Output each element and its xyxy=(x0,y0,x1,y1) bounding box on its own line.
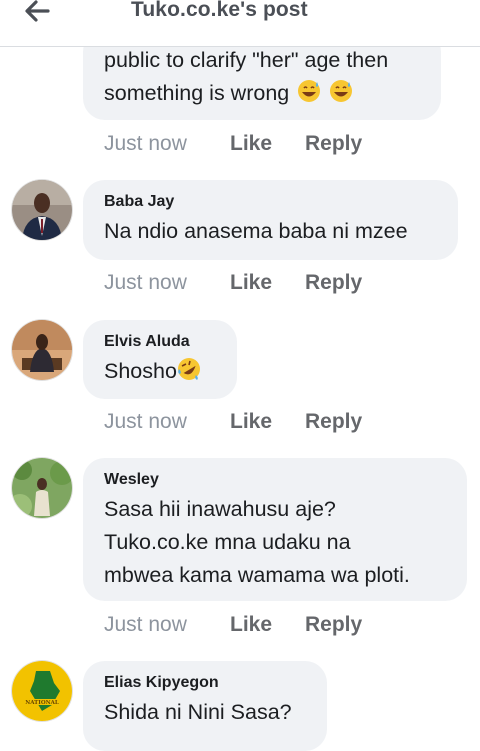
comment-text: something is wrong xyxy=(104,81,290,105)
comment-text: Shosho xyxy=(104,359,177,383)
comment-text: Shida ni Nini Sasa? xyxy=(104,700,292,724)
comment-timestamp: Just now xyxy=(104,410,187,433)
like-button[interactable]: Like xyxy=(230,613,272,637)
reply-button[interactable]: Reply xyxy=(305,410,362,434)
avatar[interactable] xyxy=(12,458,72,518)
comment-text-line: Tuko.co.ke mna udaku na xyxy=(104,530,351,554)
commenter-name[interactable]: Baba Jay xyxy=(104,193,174,211)
comment-text-line: mbwea kama wamama wa ploti. xyxy=(104,563,410,587)
rolling-laughing-emoji-icon xyxy=(177,358,200,380)
like-button[interactable]: Like xyxy=(230,271,272,295)
like-button[interactable]: Like xyxy=(230,132,272,156)
comment-bubble: Baba Jay Na ndio anasema baba ni mzee xyxy=(83,180,458,260)
reply-button[interactable]: Reply xyxy=(305,271,362,295)
comment-text: Na ndio anasema baba ni mzee xyxy=(104,219,408,243)
back-arrow-icon[interactable] xyxy=(22,0,52,26)
comment-timestamp: Just now xyxy=(104,132,187,155)
reply-button[interactable]: Reply xyxy=(305,132,362,156)
comment-timestamp: Just now xyxy=(104,271,187,294)
page-title: Tuko.co.ke's post xyxy=(131,0,308,21)
commenter-name[interactable]: Elvis Aluda xyxy=(104,333,190,351)
comment-timestamp: Just now xyxy=(104,613,187,636)
comment-text-line: Sasa hii inawahusu aje? xyxy=(104,497,336,521)
post-header: Tuko.co.ke's post xyxy=(0,0,480,47)
reply-button[interactable]: Reply xyxy=(305,613,362,637)
commenter-name[interactable]: Elias Kipyegon xyxy=(104,674,219,692)
commenter-name[interactable]: Wesley xyxy=(104,471,159,489)
avatar[interactable] xyxy=(12,180,72,240)
comment-text-line: something is wrong xyxy=(104,77,353,110)
comment-text-line: public to clarify "her" age then xyxy=(104,48,389,72)
avatar-logo-text: NATIONAL xyxy=(25,700,59,706)
grinning-sweat-emoji-icon xyxy=(330,80,353,102)
comment-text-line: Shosho xyxy=(104,355,201,388)
avatar[interactable] xyxy=(12,320,72,380)
comment-bubble: Wesley Sasa hii inawahusu aje? Tuko.co.k… xyxy=(83,458,467,601)
comment-bubble: Elias Kipyegon Shida ni Nini Sasa? xyxy=(83,661,327,751)
avatar[interactable]: NATIONAL xyxy=(12,661,72,721)
grinning-sweat-emoji-icon xyxy=(298,80,321,102)
like-button[interactable]: Like xyxy=(230,410,272,434)
comment-bubble: Elvis Aluda Shosho xyxy=(83,320,237,399)
